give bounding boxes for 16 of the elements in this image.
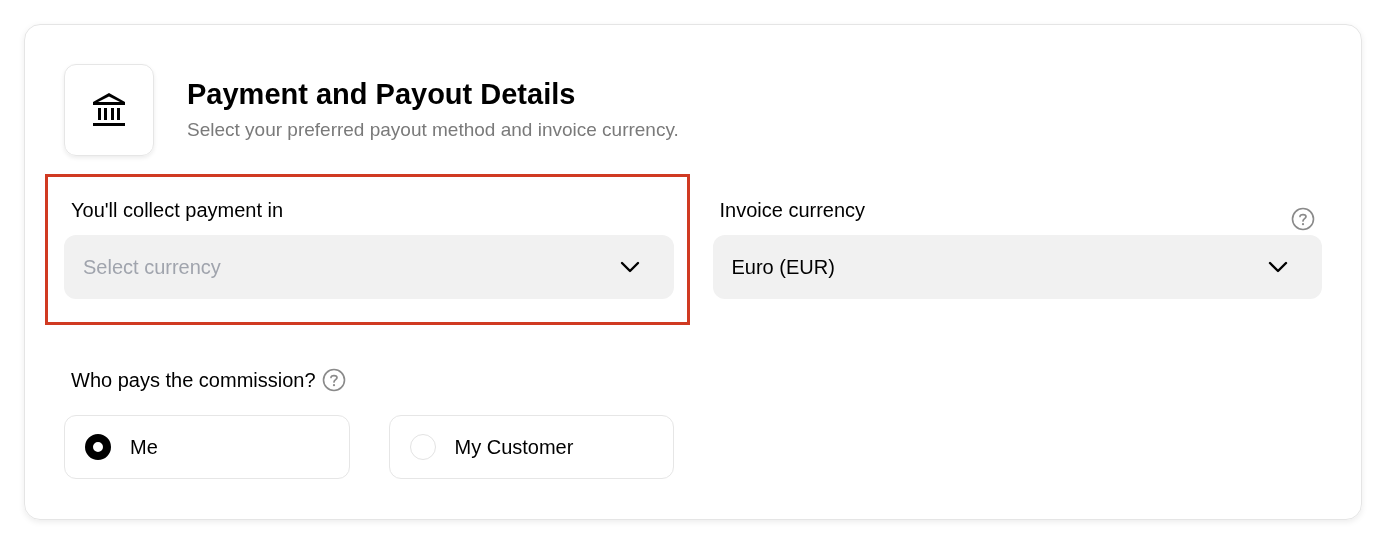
- field-label: Who pays the commission?: [71, 368, 316, 393]
- help-icon[interactable]: [1291, 207, 1315, 231]
- currency-select[interactable]: Euro (EUR): [712, 235, 1322, 299]
- option-label: Me: [130, 435, 158, 460]
- radio-button[interactable]: [85, 434, 111, 460]
- radio-option[interactable]: My Customer: [388, 415, 674, 479]
- option-label: My Customer: [454, 435, 574, 460]
- chevron-down-icon: [1268, 261, 1288, 273]
- field-label: You'll collect payment in: [71, 198, 284, 223]
- field-label: Invoice currency: [719, 198, 866, 223]
- section-title: Payment and Payout Details: [187, 77, 577, 113]
- bank-icon: [92, 92, 126, 128]
- help-icon[interactable]: [321, 368, 346, 392]
- section-subtitle: Select your preferred payout method and invoice currency.: [187, 118, 679, 143]
- radio-option[interactable]: Me: [64, 415, 350, 479]
- chevron-down-icon: [619, 261, 640, 273]
